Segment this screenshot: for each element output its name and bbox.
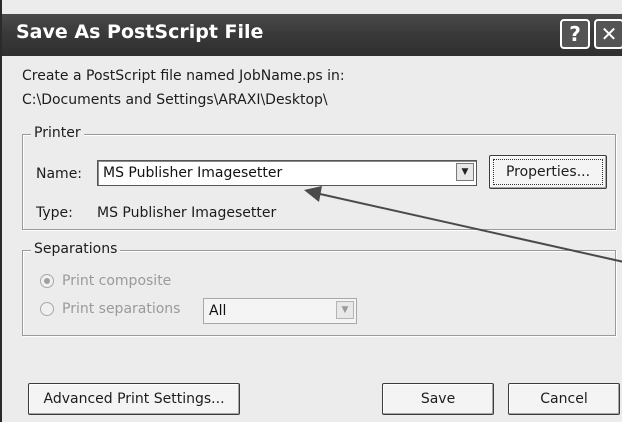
- save-as-postscript-dialog: Save As PostScript File ? ✕ Create a Pos…: [0, 0, 622, 422]
- arrow-shaft: [319, 193, 622, 263]
- arrow-head: [304, 186, 322, 202]
- annotation-arrow: [304, 186, 622, 263]
